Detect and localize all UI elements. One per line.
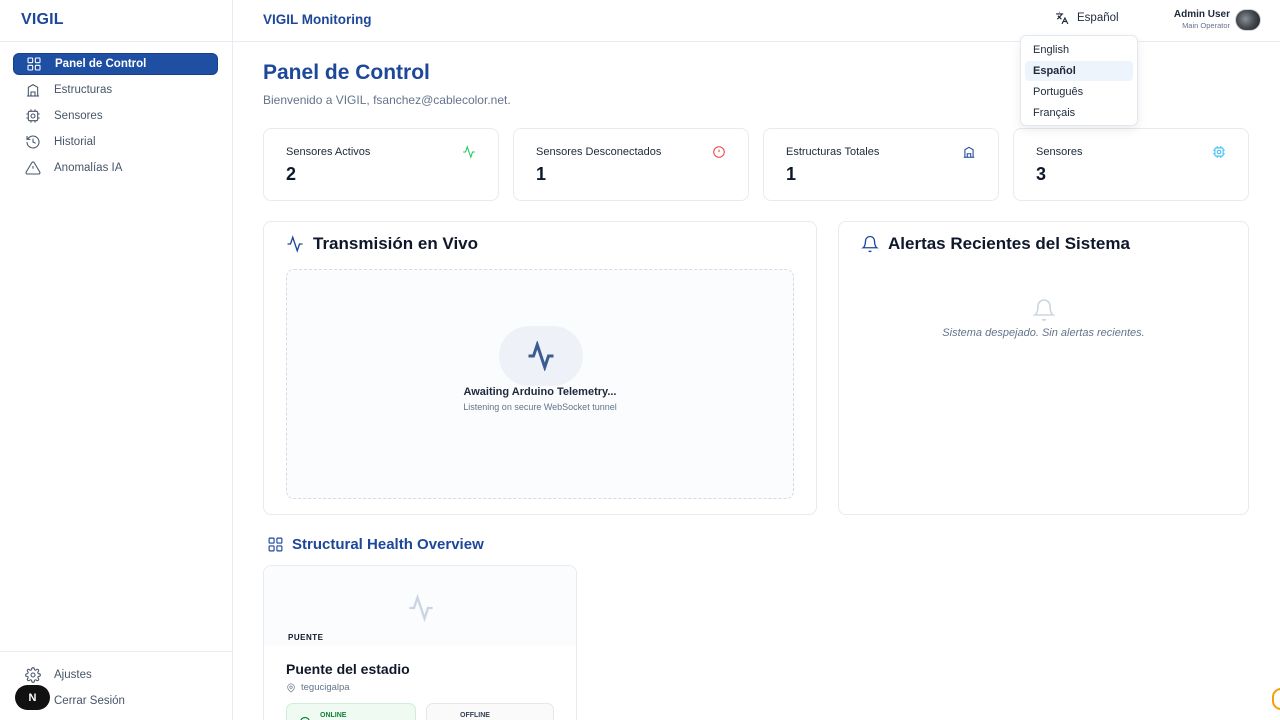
- sidebar-divider: [0, 41, 233, 42]
- stat-label: Sensores Desconectados: [536, 146, 662, 158]
- recent-alerts-card: Alertas Recientes del Sistema Sistema de…: [838, 221, 1249, 515]
- activity-icon: [499, 326, 583, 386]
- stat-card-disconnected-sensors: Sensores Desconectados 1: [513, 128, 749, 201]
- check-circle-icon: [300, 716, 310, 720]
- bell-icon: [1032, 298, 1056, 322]
- language-dropdown-menu: English Español Português Français: [1020, 35, 1138, 126]
- structure-card[interactable]: PUENTE Puente del estadio tegucigalpa ON…: [263, 565, 577, 720]
- sidebar-item-label: Estructuras: [54, 84, 113, 96]
- language-option-portuguese[interactable]: Português: [1025, 82, 1133, 102]
- telemetry-placeholder: Awaiting Arduino Telemetry... Listening …: [286, 269, 794, 499]
- stat-card-total-structures: Estructuras Totales 1: [763, 128, 999, 201]
- alert-circle-icon: [712, 145, 726, 159]
- structure-name: Puente del estadio: [286, 661, 410, 677]
- layout-grid-icon: [25, 55, 43, 73]
- offline-sensors-pill: OFFLINE: [426, 703, 554, 720]
- wifi-off-icon: [439, 716, 451, 720]
- alerts-empty-message: Sistema despejado. Sin alertas recientes…: [942, 327, 1145, 339]
- language-option-english[interactable]: English: [1025, 40, 1133, 60]
- stat-card-sensors: Sensores 3: [1013, 128, 1249, 201]
- translate-icon: [1056, 11, 1069, 25]
- welcome-message: Bienvenido a VIGIL, fsanchez@cablecolor.…: [263, 93, 511, 107]
- settings-button[interactable]: Ajustes: [24, 666, 92, 684]
- cpu-icon: [1212, 145, 1226, 159]
- telemetry-waiting-text: Awaiting Arduino Telemetry...: [463, 386, 617, 398]
- sidebar-item-label: Historial: [54, 136, 96, 148]
- sidebar-item-dashboard[interactable]: Panel de Control: [13, 53, 218, 75]
- user-role: Main Operator: [1182, 21, 1230, 30]
- stat-card-active-sensors: Sensores Activos 2: [263, 128, 499, 201]
- activity-icon: [287, 235, 303, 253]
- stat-label: Sensores: [1036, 146, 1083, 158]
- settings-label: Ajustes: [54, 669, 92, 681]
- floating-help-button[interactable]: [1272, 688, 1280, 710]
- language-option-spanish[interactable]: Español: [1025, 61, 1133, 81]
- layout-grid-icon: [268, 537, 283, 552]
- online-sensors-pill: ONLINE: [286, 703, 416, 720]
- language-switcher-button[interactable]: Español: [1055, 11, 1119, 25]
- sidebar-item-label: Panel de Control: [55, 58, 147, 70]
- sidebar-item-label: Anomalías IA: [54, 162, 123, 174]
- cpu-icon: [24, 107, 42, 125]
- sidebar-item-label: Sensores: [54, 110, 103, 122]
- sidebar: VIGIL Panel de Control Estructuras Senso…: [0, 0, 233, 720]
- activity-icon: [462, 145, 476, 159]
- live-transmission-title: Transmisión en Vivo: [286, 234, 478, 254]
- card-title-text: Transmisión en Vivo: [313, 234, 479, 253]
- activity-icon: [409, 594, 433, 622]
- building-icon: [962, 145, 976, 159]
- avatar[interactable]: [1235, 9, 1261, 31]
- structure-location-text: tegucigalpa: [301, 682, 350, 693]
- section-title-text: Structural Health Overview: [292, 536, 484, 553]
- logout-label: Cerrar Sesión: [54, 695, 125, 707]
- gear-icon: [24, 666, 42, 684]
- stat-label: Estructuras Totales: [786, 146, 880, 158]
- live-transmission-card: Transmisión en Vivo Awaiting Arduino Tel…: [263, 221, 817, 515]
- structure-type-badge: PUENTE: [288, 633, 324, 642]
- structure-location: tegucigalpa: [286, 682, 350, 693]
- online-label: ONLINE: [320, 712, 347, 719]
- structural-health-title: Structural Health Overview: [267, 536, 484, 553]
- sidebar-nav: Panel de Control Estructuras Sensores Hi…: [13, 53, 218, 183]
- header-title: VIGIL Monitoring: [263, 12, 372, 27]
- language-option-french[interactable]: Français: [1025, 103, 1133, 123]
- language-current-label: Español: [1077, 12, 1119, 24]
- sidebar-item-ai-anomalies[interactable]: Anomalías IA: [13, 157, 218, 179]
- stat-value: 2: [286, 164, 297, 184]
- user-name: Admin User: [1173, 9, 1230, 20]
- stat-value: 3: [1036, 164, 1047, 184]
- stat-label: Sensores Activos: [286, 146, 371, 158]
- bell-icon: [861, 235, 879, 253]
- map-pin-icon: [287, 683, 295, 693]
- sidebar-item-structures[interactable]: Estructuras: [13, 79, 218, 101]
- card-title-text: Alertas Recientes del Sistema: [888, 234, 1130, 253]
- stat-value: 1: [536, 164, 547, 184]
- telemetry-sub-text: Listening on secure WebSocket tunnel: [463, 402, 617, 412]
- user-info[interactable]: Admin User Main Operator: [1160, 9, 1230, 31]
- stat-value: 1: [786, 164, 797, 184]
- history-icon: [24, 133, 42, 151]
- offline-label: OFFLINE: [460, 712, 490, 719]
- building-icon: [24, 81, 42, 99]
- dev-indicator-badge[interactable]: N: [15, 685, 50, 710]
- warning-triangle-icon: [24, 159, 42, 177]
- sidebar-item-history[interactable]: Historial: [13, 131, 218, 153]
- page-title: Panel de Control: [263, 61, 430, 84]
- sidebar-item-sensors[interactable]: Sensores: [13, 105, 218, 127]
- recent-alerts-title: Alertas Recientes del Sistema: [861, 234, 1130, 254]
- app-logo[interactable]: VIGIL: [21, 11, 64, 29]
